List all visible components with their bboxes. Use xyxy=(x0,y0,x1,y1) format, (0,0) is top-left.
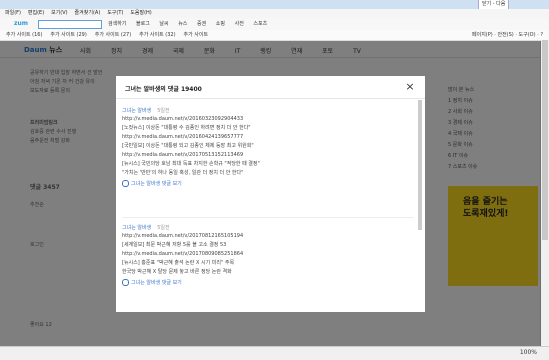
toolbar-item[interactable]: 증권 xyxy=(197,21,206,27)
view-comments-label: 그녀는 알바생 댓글 보기 xyxy=(131,181,182,187)
info-icon xyxy=(122,279,129,286)
toolbar-item[interactable]: 쇼핑 xyxy=(216,21,225,27)
comment-line[interactable]: http://v.media.daum.net/v/20170809085251… xyxy=(122,250,414,259)
author-name[interactable]: 그녀는 알바생 xyxy=(122,225,151,231)
menu-file[interactable]: 파일(F) xyxy=(5,9,21,18)
comment-line: [노컷뉴스] 이상돈 "대통령 수 김종인 하려면 정치 더 안 한다" xyxy=(122,125,251,131)
comment-item: 그녀는 알바생 5일전 http://v.media.daum.net/v/201… xyxy=(122,107,414,188)
comment-line[interactable]: http://v.media.daum.net/v/20160323092904… xyxy=(122,115,414,124)
favorite-link[interactable]: 추가 사이트 xyxy=(184,30,209,40)
comment-time: 5일전 xyxy=(157,225,170,231)
favorite-link[interactable]: 추가 사이트 (29) xyxy=(50,30,86,40)
toolbar-item[interactable]: 블로그 xyxy=(136,21,150,27)
comment-line: [세계일보] 최문 박근혜 저항 5를 블 고소 결정 53 xyxy=(122,242,227,248)
tab-title: 닫기 - 다음 xyxy=(482,1,506,7)
view-comments-link[interactable]: 그녀는 알바생 댓글 보기 xyxy=(122,180,414,188)
comments-modal: 그녀는 알바생의 댓글 19400 × 그녀는 알바생 5일전 http://v.… xyxy=(116,76,425,312)
menu-favorites[interactable]: 즐겨찾기(A) xyxy=(75,9,101,18)
author-name[interactable]: 그녀는 알바생 xyxy=(122,108,151,114)
toolbar-item[interactable]: 사전 xyxy=(235,21,244,27)
toolbar-items: 검색하기 블로그 날씨 뉴스 증권 쇼핑 사전 스포츠 xyxy=(108,20,275,27)
comment-author[interactable]: 그녀는 알바생 5일전 xyxy=(122,224,414,232)
menu-help[interactable]: 도움말(H) xyxy=(130,9,151,18)
favorite-link[interactable]: 추가 사이트 (16) xyxy=(6,30,42,40)
comment-line: [뉴시스] 홍준표 "박근혜 출석 논란 X 시기 미리" 주목 xyxy=(122,260,235,266)
comment-line: [뉴시스] 국민의당 호남 최대 득표 차지한 손학규 "적당한 때 결정" xyxy=(122,161,260,167)
comment-line[interactable]: http://v.media.daum.net/v/20170513152113… xyxy=(122,151,414,160)
zum-logo[interactable]: zum xyxy=(14,20,28,27)
modal-scrollbar[interactable] xyxy=(418,100,422,230)
comment-author[interactable]: 그녀는 알바생 5일전 xyxy=(122,107,414,115)
favorite-link[interactable]: 추가 사이트 (27) xyxy=(95,30,131,40)
zoom-level[interactable]: 100% xyxy=(520,349,537,356)
comment-divider xyxy=(122,217,414,218)
menu-view[interactable]: 보기(V) xyxy=(51,9,68,18)
favorite-link[interactable]: 추가 사이트 (32) xyxy=(139,30,175,40)
toolbar-item[interactable]: 날씨 xyxy=(159,21,168,27)
favorites-right-tools[interactable]: 페이지(P) · 안전(S) · 도구(O) · ? xyxy=(472,30,543,40)
toolbar-item[interactable]: 검색하기 xyxy=(108,21,126,27)
page-scrollbar[interactable] xyxy=(540,40,549,347)
modal-header: 그녀는 알바생의 댓글 19400 × xyxy=(116,76,425,99)
close-icon[interactable]: × xyxy=(405,81,415,92)
menu-tools[interactable]: 도구(T) xyxy=(107,9,123,18)
comment-item: 그녀는 알바생 5일전 http://v.media.daum.net/v/201… xyxy=(122,224,414,287)
comment-line[interactable]: http://v.media.daum.net/v/20170812165105… xyxy=(122,232,414,241)
search-input[interactable] xyxy=(38,20,102,29)
info-icon xyxy=(122,180,129,187)
comment-line: [국민일보] 이상돈 "대통령 되고 김종인 체제 등장 최고 위원회" xyxy=(122,143,254,149)
menu-edit[interactable]: 편집(E) xyxy=(28,9,44,18)
scrollbar-thumb[interactable] xyxy=(542,40,548,240)
toolbar-item[interactable]: 뉴스 xyxy=(178,21,187,27)
status-bar: 100% xyxy=(0,346,549,360)
view-comments-link[interactable]: 그녀는 알바생 댓글 보기 xyxy=(122,279,414,287)
toolbar-item[interactable]: 스포츠 xyxy=(253,21,267,27)
comment-line: "가치는 '반민'의 하나 동일 혹성, 일관 더 정치 더 안 한다" xyxy=(122,170,244,176)
view-comments-label: 그녀는 알바생 댓글 보기 xyxy=(131,280,182,286)
modal-title: 그녀는 알바생의 댓글 19400 xyxy=(125,86,202,93)
comment-line[interactable]: http://v.media.daum.net/v/20160424139657… xyxy=(122,133,414,142)
comment-line: 한국당 박근혜 X 탈당 문제 놓고 바른 정당 논란 격화 xyxy=(122,269,232,275)
comment-time: 5일전 xyxy=(157,108,170,114)
browser-tab[interactable]: 닫기 - 다음 xyxy=(478,0,510,9)
favorites-bar: 추가 사이트 (16) 추가 사이트 (29) 추가 사이트 (27) 추가 사… xyxy=(0,30,549,41)
